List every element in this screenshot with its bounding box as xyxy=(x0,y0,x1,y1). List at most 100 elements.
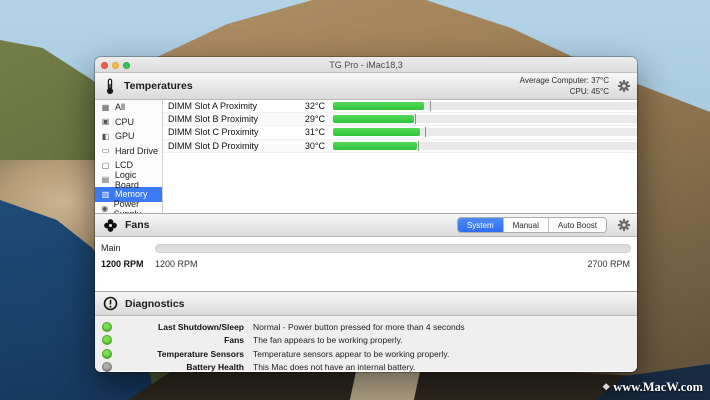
fan-mode-system[interactable]: System xyxy=(458,218,503,232)
exclamation-circle-icon xyxy=(103,296,118,311)
diagnostic-row: Battery Health This Mac does not have an … xyxy=(95,361,637,373)
sidebar-item-all[interactable]: ▦ All xyxy=(95,100,162,115)
fans-settings-gear-icon[interactable] xyxy=(617,218,631,232)
sidebar-item-label: LCD xyxy=(115,160,133,170)
sidebar-item-label: GPU xyxy=(115,131,135,141)
temperature-bar-track xyxy=(333,142,637,150)
fan-mode-auto-boost[interactable]: Auto Boost xyxy=(548,218,606,232)
sidebar-item-logic-board[interactable]: ▤ Logic Board xyxy=(95,173,162,188)
temperature-bar-fill xyxy=(333,102,424,110)
sidebar-item-gpu[interactable]: ◧ GPU xyxy=(95,129,162,144)
temperature-row: DIMM Slot B Proximity29°C xyxy=(163,113,637,126)
sensor-category-sidebar: ▦ All ▣ CPU ◧ GPU ▭ Hard Drive ▢ LCD ▤ Logic Board ▥… xyxy=(95,100,163,213)
temperature-row: DIMM Slot D Proximity30°C xyxy=(163,140,637,153)
sensor-temperature-value: 29°C xyxy=(293,114,333,124)
sensor-temperature-value: 30°C xyxy=(293,141,333,151)
diagnostic-description: The fan appears to be working properly. xyxy=(253,335,403,345)
diagnostic-label: Battery Health xyxy=(112,362,244,372)
temperatures-header: Temperatures Average Computer: 37°C CPU:… xyxy=(95,73,637,100)
cpu-chip-icon: ▣ xyxy=(100,116,111,127)
summary-cpu: CPU: 45°C xyxy=(520,87,609,98)
sidebar-item-label: Logic Board xyxy=(115,170,162,190)
diagnostics-body: Last Shutdown/Sleep Normal - Power button… xyxy=(95,316,637,371)
watermark-text: www.MacW.com xyxy=(613,380,703,395)
sidebar-item-label: CPU xyxy=(115,117,134,127)
temperature-bar-track xyxy=(333,115,637,123)
fans-title: Fans xyxy=(125,219,150,231)
titlebar[interactable]: TG Pro - iMac18,3 xyxy=(95,57,637,73)
temperature-max-tick xyxy=(415,114,416,124)
sensor-name: DIMM Slot D Proximity xyxy=(163,141,293,151)
status-ok-dot-icon xyxy=(102,349,112,359)
diagnostic-label: Fans xyxy=(112,335,244,345)
sensor-name: DIMM Slot B Proximity xyxy=(163,114,293,124)
sidebar-item-hard-drive[interactable]: ▭ Hard Drive xyxy=(95,144,162,159)
diagnostic-label: Last Shutdown/Sleep xyxy=(112,322,244,332)
temperature-bar-fill xyxy=(333,115,414,123)
diagnostic-description: Temperature sensors appear to be working… xyxy=(253,349,449,359)
diagnostic-label: Temperature Sensors xyxy=(112,349,244,359)
lcd-monitor-icon: ▢ xyxy=(100,160,111,171)
fan-mode-segmented-control: SystemManualAuto Boost xyxy=(457,217,607,233)
watermark-logo-icon: ❖ xyxy=(602,382,610,393)
temperatures-title: Temperatures xyxy=(124,80,193,92)
fan-name-label: Main xyxy=(101,243,121,253)
sensor-name: DIMM Slot A Proximity xyxy=(163,101,293,111)
temperatures-body: ▦ All ▣ CPU ◧ GPU ▭ Hard Drive ▢ LCD ▤ Logic Board ▥… xyxy=(95,100,637,213)
display-icon: ▦ xyxy=(100,102,111,113)
diagnostic-row: Temperature Sensors Temperature sensors a… xyxy=(95,347,637,361)
close-button[interactable] xyxy=(101,62,108,69)
sensor-name: DIMM Slot C Proximity xyxy=(163,127,293,137)
temperature-row: DIMM Slot C Proximity31°C xyxy=(163,126,637,139)
sidebar-item-label: Memory xyxy=(115,189,148,199)
fans-header: Fans SystemManualAuto Boost xyxy=(95,213,637,237)
fan-current-rpm: 1200 RPM xyxy=(101,259,144,269)
sidebar-item-label: Power Supply xyxy=(114,199,162,213)
sidebar-item-label: Hard Drive xyxy=(115,146,158,156)
fans-body: Main 1200 RPM 1200 RPM 2700 RPM xyxy=(95,237,637,291)
fan-min-rpm: 1200 RPM xyxy=(155,259,198,269)
diagnostics-header: Diagnostics xyxy=(95,291,637,316)
temperature-readings-list: DIMM Slot A Proximity32°CDIMM Slot B Pro… xyxy=(163,100,637,213)
diagnostic-row: Last Shutdown/Sleep Normal - Power button… xyxy=(95,320,637,334)
sensor-temperature-value: 31°C xyxy=(293,127,333,137)
fan-max-rpm: 2700 RPM xyxy=(587,259,630,269)
diagnostic-description: Normal - Power button pressed for more t… xyxy=(253,322,465,332)
summary-average: Average Computer: 37°C xyxy=(520,76,609,87)
status-neutral-dot-icon xyxy=(102,362,112,372)
thermometer-icon xyxy=(103,78,117,95)
temperature-bar-fill xyxy=(333,128,420,136)
sensor-temperature-value: 32°C xyxy=(293,101,333,111)
watermark: ❖ www.MacW.com xyxy=(602,380,703,395)
fan-icon xyxy=(103,218,118,233)
memory-ram-icon: ▥ xyxy=(100,189,111,200)
diagnostics-title: Diagnostics xyxy=(125,298,185,310)
temperature-row: DIMM Slot A Proximity32°C xyxy=(163,100,637,113)
sidebar-item-cpu[interactable]: ▣ CPU xyxy=(95,115,162,130)
temperature-max-tick xyxy=(425,127,426,137)
window-title: TG Pro - iMac18,3 xyxy=(329,60,403,70)
temperature-bar-fill xyxy=(333,142,417,150)
minimize-button[interactable] xyxy=(112,62,119,69)
temperature-bar-track xyxy=(333,128,637,136)
gpu-chip-icon: ◧ xyxy=(100,131,111,142)
hard-drive-icon: ▭ xyxy=(100,145,111,156)
temperature-summary: Average Computer: 37°C CPU: 45°C xyxy=(520,76,609,97)
power-supply-icon: ◉ xyxy=(100,203,110,213)
status-ok-dot-icon xyxy=(102,322,112,332)
diagnostic-description: This Mac does not have an internal batte… xyxy=(253,362,415,372)
temperature-max-tick xyxy=(430,101,431,111)
sidebar-item-label: All xyxy=(115,102,125,112)
temperatures-settings-gear-icon[interactable] xyxy=(617,79,631,93)
zoom-button[interactable] xyxy=(123,62,130,69)
diagnostic-row: Fans The fan appears to be working proper… xyxy=(95,334,637,348)
temperature-max-tick xyxy=(418,141,419,151)
tgpro-window: TG Pro - iMac18,3 Temperatures Average C… xyxy=(95,57,637,372)
sidebar-item-power-supply[interactable]: ◉ Power Supply xyxy=(95,202,162,214)
status-ok-dot-icon xyxy=(102,335,112,345)
logic-board-icon: ▤ xyxy=(100,174,111,185)
fan-speed-slider[interactable] xyxy=(155,244,631,253)
fan-mode-manual[interactable]: Manual xyxy=(503,218,548,232)
temperature-bar-track xyxy=(333,102,637,110)
traffic-lights xyxy=(101,62,130,69)
